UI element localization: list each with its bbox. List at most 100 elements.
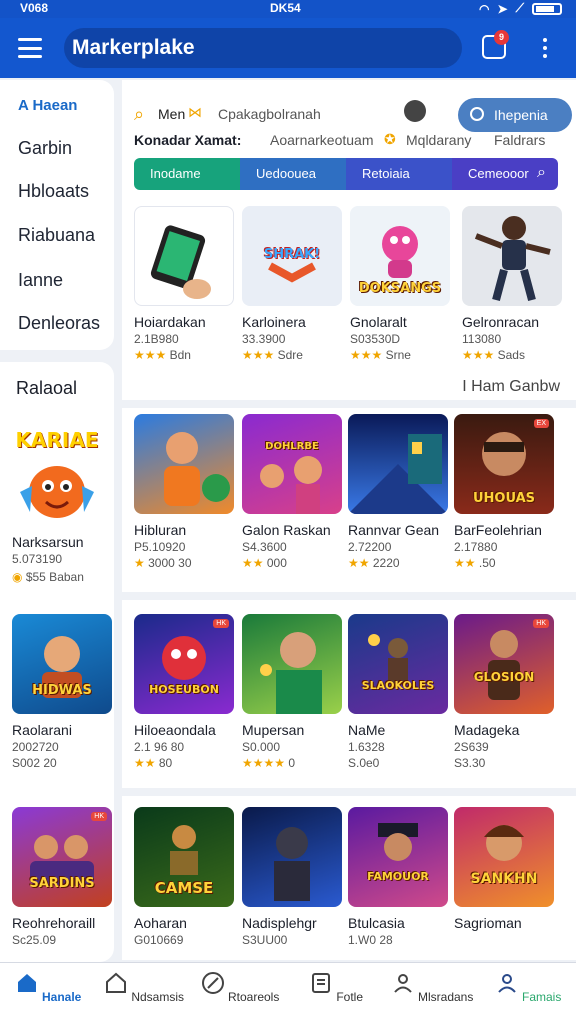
product-rating: ★★ 80 <box>134 756 173 770</box>
product-card[interactable]: EX UHOUAS BarFeolehrian 2.17880 ★★ .50 <box>454 414 558 570</box>
user-shield-icon[interactable] <box>404 100 426 122</box>
product-thumbnail: HK HOSEUBON <box>134 614 234 714</box>
product-price: S03530D <box>350 332 401 346</box>
sidebar-item-2[interactable]: Garbin <box>18 138 72 159</box>
filter-row: ⌕ Men ⋈ Cpakagbolranah Ihepenia <box>134 92 572 132</box>
bow-icon: ⋈ <box>188 104 202 120</box>
product-thumbnail: HK GLOSION <box>454 614 554 714</box>
divider <box>122 400 576 408</box>
side-card-price: Sc25.09 <box>12 933 57 947</box>
product-card[interactable]: SLAOKOLES NaMe 1.6328 S.0e0 <box>348 614 452 770</box>
product-card[interactable]: SHRAK! Karloinera 33.3900 ★★★ Sdre <box>242 206 346 362</box>
section-label: I Ham Ganbw <box>462 378 560 395</box>
product-title: Aoharan <box>134 915 187 931</box>
side-card-thumbnail: HIDWAS <box>12 614 112 714</box>
wifi-icon: ◠ <box>479 1 490 16</box>
product-title: Mupersan <box>242 722 305 738</box>
nav-home[interactable]: Hanale <box>0 971 96 1004</box>
status-clock: DK54 <box>270 1 301 15</box>
product-card[interactable]: Gelronracan 113080 ★★★ Sads <box>462 206 566 362</box>
sidebar-item-4[interactable]: Riabuana <box>18 225 95 246</box>
product-card[interactable]: DOKSANGS Gnolaralt S03530D ★★★ Srne <box>350 206 454 362</box>
nav-5[interactable]: Mlsradans <box>384 971 480 1004</box>
product-price: S3UU00 <box>242 933 288 947</box>
filter-chips: Konadar Xamat: Aoarnarkeotuam ✪ Mqldaran… <box>134 131 564 154</box>
coin-icon: ◉ <box>12 570 23 584</box>
cart-count-badge: 9 <box>494 30 509 45</box>
magnifier-icon <box>470 107 484 121</box>
product-rating: S.0e0 <box>348 756 380 770</box>
category-sidebar: A Haean Garbin Hbloaats Riabuana Ianne D… <box>0 80 114 350</box>
nav-3[interactable]: Rtoareols <box>192 971 288 1004</box>
product-thumbnail: CAMSE <box>134 807 234 907</box>
product-thumbnail <box>134 206 234 306</box>
app-title: Markerplake <box>72 36 195 59</box>
product-title: Hoiardakan <box>134 314 206 330</box>
side-card-price: 2002720 <box>12 740 59 754</box>
side-card[interactable]: HIDWAS Raolarani 2002720 S002 20 <box>12 614 116 770</box>
product-card[interactable]: SANKHN Sagrioman <box>454 807 558 931</box>
status-left-text: V068 <box>20 1 49 15</box>
product-card[interactable]: HK HOSEUBON Hiloeaondala 2.1 96 80 ★★ 80 <box>134 614 238 770</box>
filter-chip-2[interactable]: Mqldarany <box>406 132 471 148</box>
product-rating: ★★ 000 <box>242 556 287 570</box>
more-options-icon[interactable] <box>543 38 547 58</box>
product-card[interactable]: HK GLOSION Madageka 2S639 S3.30 <box>454 614 558 770</box>
product-card[interactable]: Hoiardakan 2.1B980 ★★★ Bdn <box>134 206 238 362</box>
sidebar-item-home[interactable]: A Haean <box>18 97 77 114</box>
compass-icon <box>201 972 224 994</box>
product-card[interactable]: FAMOUOR Btulcasia 1.W0 28 <box>348 807 452 947</box>
product-title: Gnolaralt <box>350 314 407 330</box>
tab-4[interactable]: Cemeooor ⌕ <box>452 158 558 190</box>
nav-6[interactable]: Famais <box>480 971 576 1004</box>
side-card-title: Raolarani <box>12 722 72 738</box>
status-bar: V068 DK54 ◠ ➤ ⟋ <box>0 0 576 18</box>
sidebar-item-6[interactable]: Denleoras <box>18 313 100 334</box>
product-card[interactable]: Rannvar Gean 2.72200 ★★ 2220 <box>348 414 452 570</box>
product-rating: ★★★ Bdn <box>134 348 191 362</box>
featured-mascot-image[interactable]: KARIAE <box>10 422 104 526</box>
product-card[interactable]: Mupersan S0.000 ★★★★ 0 <box>242 614 346 770</box>
product-title: Gelronracan <box>462 314 540 330</box>
sale-tag: HK <box>91 812 107 821</box>
product-price: 2.17880 <box>454 540 498 554</box>
product-price: 113080 <box>462 332 502 346</box>
filter-chip-3[interactable]: Faldrars <box>494 132 545 148</box>
product-thumbnail: SANKHN <box>454 807 554 907</box>
search-bar[interactable]: Markerplake <box>64 28 462 68</box>
tab-1[interactable]: Inodame <box>134 158 240 190</box>
product-card[interactable]: DOHLRBE Galon Raskan S4.3600 ★★ 000 <box>242 414 346 570</box>
filter-chip-1[interactable]: Aoarnarkeotuam <box>270 132 374 148</box>
tab-3[interactable]: Retoiaia <box>346 158 452 190</box>
house-outline-icon <box>105 972 126 993</box>
divider <box>122 592 576 600</box>
nav-2[interactable]: Ndsamsis <box>96 971 192 1004</box>
featured-sidebar: Ralaoal KARIAE Narksarsun 5.073190 ◉ $55… <box>0 362 114 962</box>
sidebar-item-5[interactable]: Ianne <box>18 270 63 291</box>
product-card[interactable]: Hibluran P5.10920 ★ 3000 30 <box>134 414 238 570</box>
app-bar: Markerplake 9 <box>0 18 576 78</box>
sidebar-item-3[interactable]: Hbloaats <box>18 181 89 202</box>
product-card[interactable]: CAMSE Aoharan G010669 <box>134 807 238 947</box>
nav-4[interactable]: Fotle <box>288 971 384 1004</box>
product-rating: ★★★★ 0 <box>242 756 296 770</box>
product-price: G010669 <box>134 933 184 947</box>
search-icon: ⌕ <box>134 104 145 124</box>
search-query[interactable]: Cpakagbolranah <box>218 106 321 122</box>
product-card[interactable]: Nadisplehgr S3UU00 <box>242 807 346 947</box>
product-price: S4.3600 <box>242 540 287 554</box>
product-rating: ★★ .50 <box>454 556 496 570</box>
bottom-navigation: Hanale Ndsamsis Rtoareols Fotle Mlsradan… <box>0 962 576 1024</box>
featured-price: 5.073190 <box>12 552 63 566</box>
search-button[interactable]: Ihepenia <box>458 98 572 132</box>
menu-icon[interactable] <box>18 38 42 58</box>
featured-badge: KARIAE <box>15 428 99 452</box>
navigation-icon: ➤ <box>497 1 508 16</box>
home-icon <box>17 974 36 992</box>
side-card-title: Reohrehoraill <box>12 915 96 931</box>
product-thumbnail: SHRAK! <box>242 206 342 306</box>
product-rating: ★ 3000 30 <box>134 556 192 570</box>
side-card[interactable]: HK SARDINS Reohrehoraill Sc25.09 <box>12 807 116 947</box>
product-thumbnail <box>242 614 342 714</box>
tab-2[interactable]: Uedoouea <box>240 158 346 190</box>
